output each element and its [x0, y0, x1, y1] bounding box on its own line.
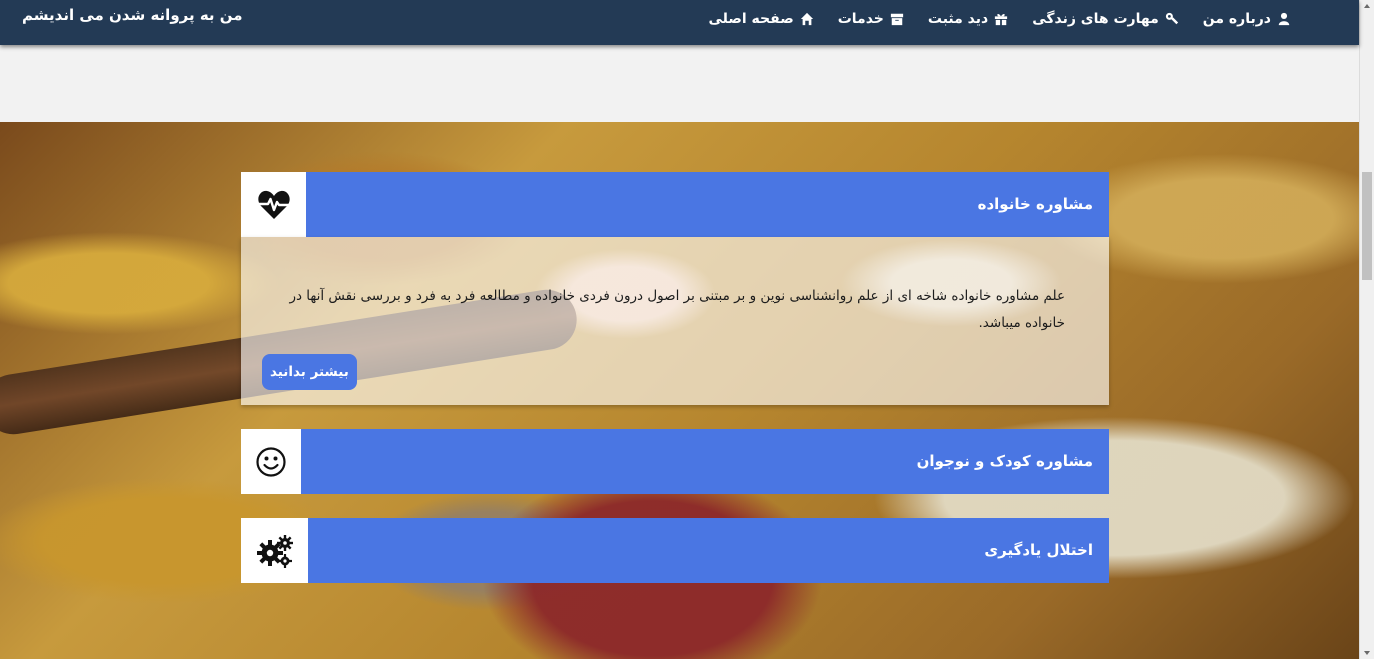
scroll-down-arrow[interactable] [1364, 651, 1370, 655]
user-icon [1278, 12, 1290, 26]
nav-item-positive-view[interactable]: دید مثبت [928, 11, 1008, 27]
nav-item-home[interactable]: صفحه اصلی [708, 11, 813, 27]
card-title: اختلال یادگیری [984, 541, 1093, 559]
nav-label: خدمات [837, 11, 884, 27]
card-icon-box [241, 518, 308, 583]
heartbeat-icon [257, 190, 290, 219]
gears-icon [256, 534, 293, 568]
card-header[interactable]: مشاوره کودک و نوجوان [241, 429, 1109, 494]
scroll-thumb[interactable] [1362, 172, 1372, 280]
card-icon-box [241, 429, 301, 494]
nav-item-about[interactable]: درباره من [1203, 11, 1291, 27]
wrench-icon [1165, 12, 1178, 25]
learn-more-button[interactable]: بیشتر بدانید [262, 354, 357, 390]
nav-label: مهارت های زندگی [1032, 11, 1159, 27]
card-description: علم مشاوره خانواده شاخه ای از علم روانشن… [289, 288, 1065, 331]
main-nav: صفحه اصلی خدمات دید مثبت مهارت های زندگی… [708, 11, 1291, 27]
card-body: علم مشاوره خانواده شاخه ای از علم روانشن… [241, 237, 1109, 405]
scroll-up-arrow[interactable] [1364, 4, 1370, 8]
card-icon-box [241, 172, 306, 237]
nav-label: صفحه اصلی [708, 11, 794, 27]
site-brand[interactable]: من به پروانه شدن می اندیشم [22, 6, 243, 24]
archive-icon [890, 13, 904, 26]
card-header[interactable]: مشاوره خانواده [241, 172, 1109, 237]
top-navbar: من به پروانه شدن می اندیشم صفحه اصلی خدم… [0, 0, 1359, 45]
page-scrollbar[interactable] [1359, 0, 1374, 659]
nav-label: دید مثبت [927, 11, 989, 27]
smiley-icon [256, 446, 286, 477]
hero-background-photo: مشاوره خانواده علم مشاوره خانواده شاخه ا… [0, 122, 1359, 659]
card-title: مشاوره خانواده [977, 195, 1093, 213]
nav-item-life-skills[interactable]: مهارت های زندگی [1032, 11, 1179, 27]
home-icon [800, 12, 813, 26]
card-header[interactable]: اختلال یادگیری [241, 518, 1109, 583]
nav-label: درباره من [1202, 11, 1271, 27]
nav-item-services[interactable]: خدمات [838, 11, 904, 27]
gift-icon [995, 13, 1008, 26]
card-title: مشاوره کودک و نوجوان [916, 452, 1093, 470]
